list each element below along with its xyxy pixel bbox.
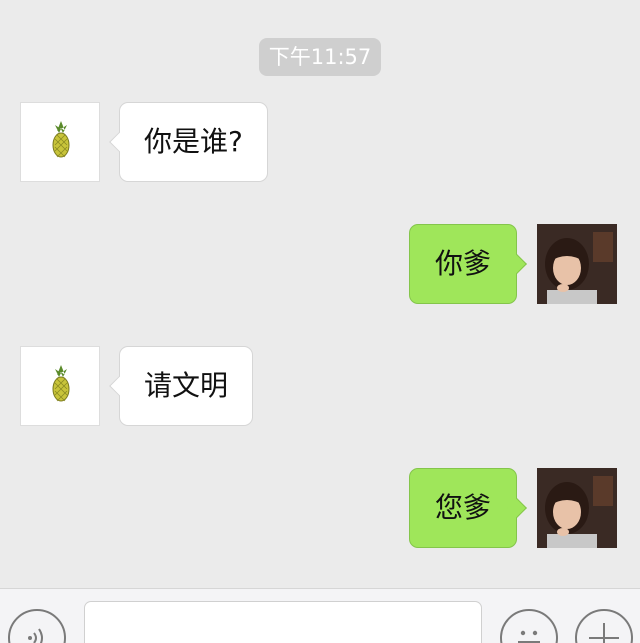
plus-button[interactable] — [575, 609, 633, 643]
received-message-bubble[interactable]: 你是谁? — [109, 102, 268, 182]
emoji-icon — [518, 630, 540, 643]
message-text: 请文明 — [144, 369, 229, 402]
user-avatar[interactable] — [537, 468, 617, 548]
sent-message-bubble[interactable]: 您爹 — [409, 468, 527, 548]
message-input[interactable] — [84, 601, 482, 643]
girl-photo-avatar — [537, 224, 617, 304]
sent-message-bubble[interactable]: 你爹 — [409, 224, 527, 304]
emoji-button[interactable] — [500, 609, 558, 643]
plus-icon — [589, 623, 619, 643]
message-text: 您爹 — [434, 491, 491, 524]
contact-avatar[interactable] — [20, 102, 100, 182]
pineapple-icon — [52, 365, 70, 402]
chat-area[interactable]: 下午11:57 你是谁? 你爹 请文明 您爹 — [0, 0, 640, 588]
input-bar — [0, 588, 640, 643]
received-message-bubble[interactable]: 请文明 — [109, 346, 254, 426]
pineapple-icon — [52, 121, 70, 158]
girl-photo-avatar — [537, 468, 617, 548]
message-text: 你爹 — [434, 247, 491, 280]
message-text: 你是谁? — [144, 125, 243, 158]
voice-icon — [28, 628, 43, 643]
contact-avatar[interactable] — [20, 346, 100, 426]
user-avatar[interactable] — [537, 224, 617, 304]
timestamp-label: 下午11:57 — [259, 38, 381, 76]
voice-button[interactable] — [8, 609, 66, 643]
